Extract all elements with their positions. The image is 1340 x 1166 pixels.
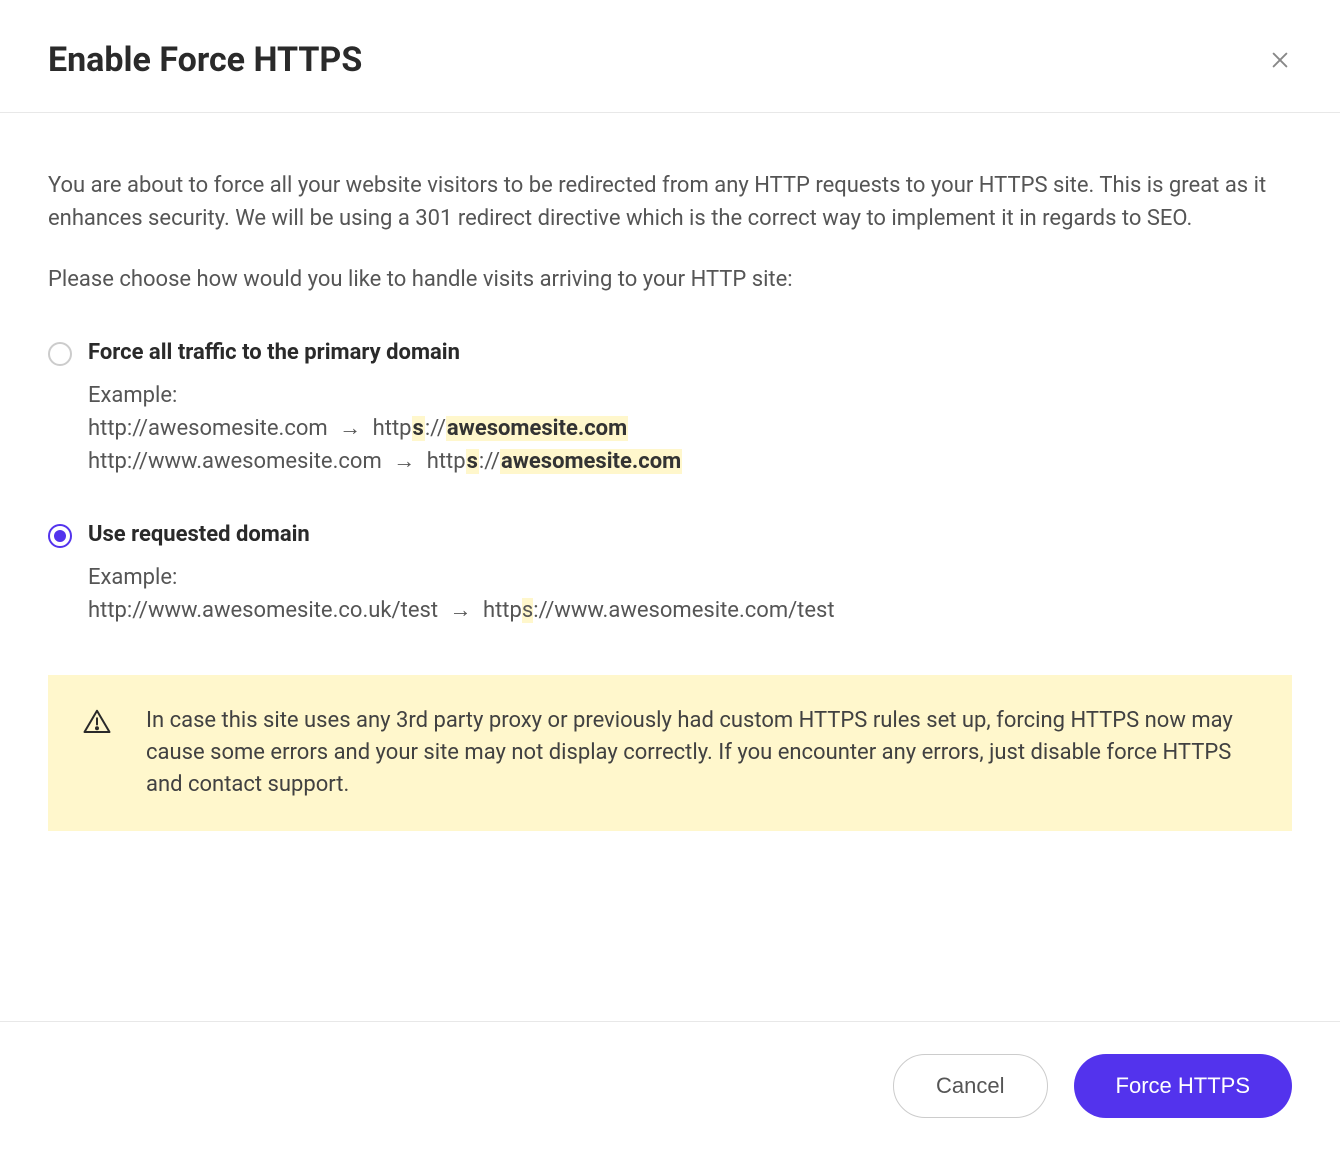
close-icon[interactable] [1268, 48, 1292, 72]
modal-body: You are about to force all your website … [0, 113, 1340, 1021]
radio-option-requested-domain[interactable]: Use requested domain Example: http://www… [48, 522, 1292, 627]
example-to-suffix: ://www.awesomesite.com/test [533, 598, 834, 623]
modal-title: Enable Force HTTPS [48, 40, 362, 80]
example-line-1: http://www.awesomesite.co.uk/test → http… [88, 594, 1292, 627]
highlight-s: s [466, 449, 479, 474]
radio-content: Force all traffic to the primary domain … [88, 340, 1292, 478]
example-line-2: http://www.awesomesite.com → https://awe… [88, 445, 1292, 478]
radio-content: Use requested domain Example: http://www… [88, 522, 1292, 627]
example-to-mid: :// [479, 449, 500, 474]
force-https-button[interactable]: Force HTTPS [1074, 1054, 1292, 1118]
example-to-prefix: http [427, 449, 466, 474]
prompt-text: Please choose how would you like to hand… [48, 263, 1292, 296]
radio-option-primary-domain[interactable]: Force all traffic to the primary domain … [48, 340, 1292, 478]
description-text: You are about to force all your website … [48, 169, 1292, 235]
highlight-s: s [522, 598, 533, 623]
example-label: Example: [88, 565, 1292, 590]
example-to-prefix: http [373, 416, 412, 441]
radio-label: Force all traffic to the primary domain [88, 340, 1292, 365]
warning-box: In case this site uses any 3rd party pro… [48, 675, 1292, 831]
modal-enable-force-https: Enable Force HTTPS You are about to forc… [0, 0, 1340, 1166]
radio-circle-selected [48, 524, 72, 548]
example-from: http://www.awesomesite.co.uk/test [88, 598, 438, 623]
highlight-domain: awesomesite.com [500, 449, 682, 474]
highlight-domain: awesomesite.com [446, 416, 628, 441]
example-to-mid: :// [425, 416, 446, 441]
cancel-button[interactable]: Cancel [893, 1054, 1047, 1118]
radio-label: Use requested domain [88, 522, 1292, 547]
highlight-s: s [412, 416, 425, 441]
warning-icon [82, 707, 112, 737]
radio-circle [48, 342, 72, 366]
example-label: Example: [88, 383, 1292, 408]
modal-header: Enable Force HTTPS [0, 0, 1340, 113]
example-from: http://awesomesite.com [88, 416, 328, 441]
arrow-icon: → [393, 445, 415, 478]
radio-group: Force all traffic to the primary domain … [48, 340, 1292, 627]
example-from: http://www.awesomesite.com [88, 449, 382, 474]
example-to-prefix: http [483, 598, 522, 623]
arrow-icon: → [339, 412, 361, 445]
arrow-icon: → [450, 594, 472, 627]
example-line-1: http://awesomesite.com → https://awesome… [88, 412, 1292, 445]
modal-footer: Cancel Force HTTPS [0, 1021, 1340, 1166]
warning-text: In case this site uses any 3rd party pro… [146, 705, 1258, 801]
